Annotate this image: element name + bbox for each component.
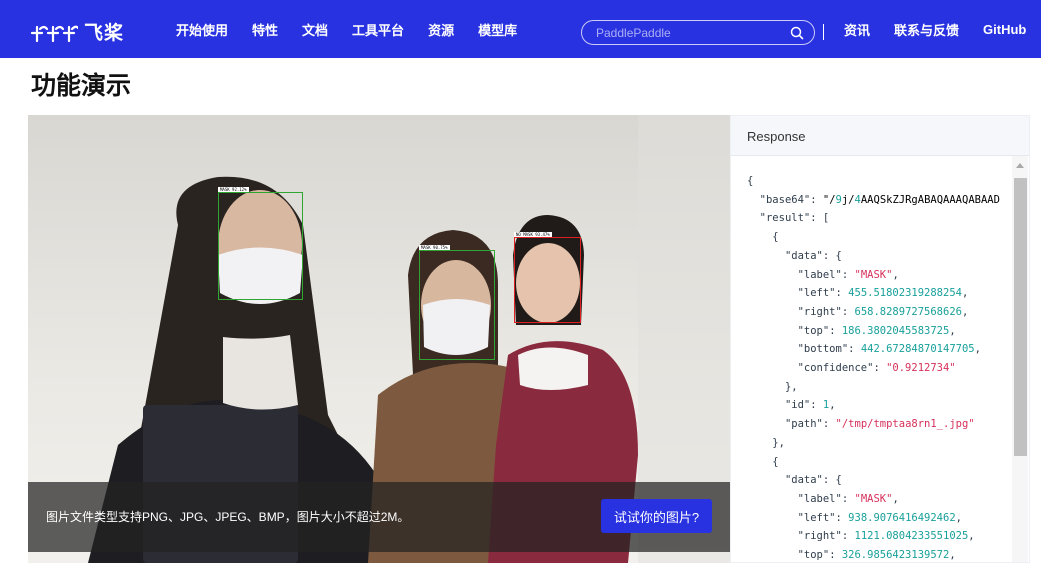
json-line: "top": 326.9856423139572, [797, 549, 956, 561]
search-input[interactable] [596, 24, 776, 42]
json-line: { [772, 455, 779, 468]
json-line: "result": [ [759, 212, 830, 225]
json-line: "right": 1121.0804233551025, [797, 530, 975, 543]
nav-link-docs[interactable]: 文档 [302, 20, 328, 39]
response-title: Response [747, 129, 806, 144]
detection-label: NO MASK 93.47% [514, 232, 552, 237]
json-line: "top": 186.3802045583725, [797, 324, 956, 337]
detection-label: MASK 92.12% [218, 187, 249, 192]
nav-link-github[interactable]: GitHub [983, 22, 1026, 37]
scrollbar-thumb[interactable] [1014, 178, 1027, 456]
upload-hint-text: 图片文件类型支持PNG、JPG、JPEG、BMP，图片大小不超过2M。 [46, 510, 410, 524]
detection-label: MASK 90.75% [419, 245, 450, 250]
scroll-up-arrow-icon[interactable] [1016, 163, 1024, 168]
page-title: 功能演示 [31, 71, 132, 100]
json-line: "id": 1, [784, 399, 836, 412]
json-line: "left": 455.51802319288254, [797, 287, 969, 300]
json-line: "data": { [784, 249, 842, 262]
json-line: }, [784, 380, 798, 393]
nav-link-model-zoo[interactable]: 模型库 [478, 20, 517, 39]
main-nav: 开始使用 特性 文档 工具平台 资源 模型库 [176, 0, 541, 58]
top-nav-bar: 飞桨 开始使用 特性 文档 工具平台 资源 模型库 资讯 联系与反馈 GitHu… [0, 0, 1041, 58]
logo-text: 飞桨 [84, 22, 125, 44]
detection-box-no-mask: NO MASK 93.47% [514, 232, 581, 323]
paddle-logo[interactable]: 飞桨 [30, 18, 124, 45]
json-line: "left": 938.9076416492462, [797, 511, 962, 524]
nav-link-contact-feedback[interactable]: 联系与反馈 [894, 20, 959, 39]
paddle-logo-icon [30, 25, 78, 42]
nav-divider [823, 24, 824, 40]
detection-box-mask: MASK 92.12% [218, 187, 303, 300]
nav-link-features[interactable]: 特性 [252, 20, 278, 39]
json-line: "label": "MASK", [797, 268, 899, 281]
try-your-image-button[interactable]: 试试你的图片? [601, 499, 712, 533]
json-line: { [772, 231, 779, 244]
nav-link-resources[interactable]: 资源 [428, 20, 454, 39]
response-scrollbar[interactable] [1012, 156, 1028, 562]
demo-image-panel: MASK 92.12% MASK 90.75% NO MASK 93.47% 图… [28, 115, 730, 563]
detection-box-mask: MASK 90.75% [419, 245, 495, 360]
response-header: Response [731, 116, 1029, 156]
json-line: }, [772, 436, 785, 449]
nav-link-get-started[interactable]: 开始使用 [176, 20, 228, 39]
json-line: { [747, 175, 754, 187]
json-line: "bottom": 442.67284870147705, [797, 343, 981, 356]
nav-link-news[interactable]: 资讯 [844, 20, 870, 39]
json-line: "label": "MASK", [797, 492, 899, 505]
search-box [581, 20, 815, 45]
json-line: "confidence": "0.9212734" [797, 362, 956, 374]
json-line: "data": { [784, 474, 842, 487]
json-line: "path": "/tmp/tmptaa8rn1_.jpg" [784, 418, 975, 431]
response-json-viewer[interactable]: { "base64": "/9j/4AAQSkZJRgABAQAAAQABAAD… [731, 156, 1014, 562]
response-panel: Response { "base64": "/9j/4AAQSkZJRgABAQ… [730, 115, 1030, 563]
json-line: "right": 658.8289727568626, [797, 305, 969, 318]
search-icon[interactable] [790, 26, 804, 40]
nav-link-tools-platform[interactable]: 工具平台 [352, 20, 404, 39]
secondary-nav: 资讯 联系与反馈 GitHub [844, 0, 1026, 58]
json-line: "base64": "/9j/4AAQSkZJRgABAQAAAQABAAD [759, 193, 1000, 206]
